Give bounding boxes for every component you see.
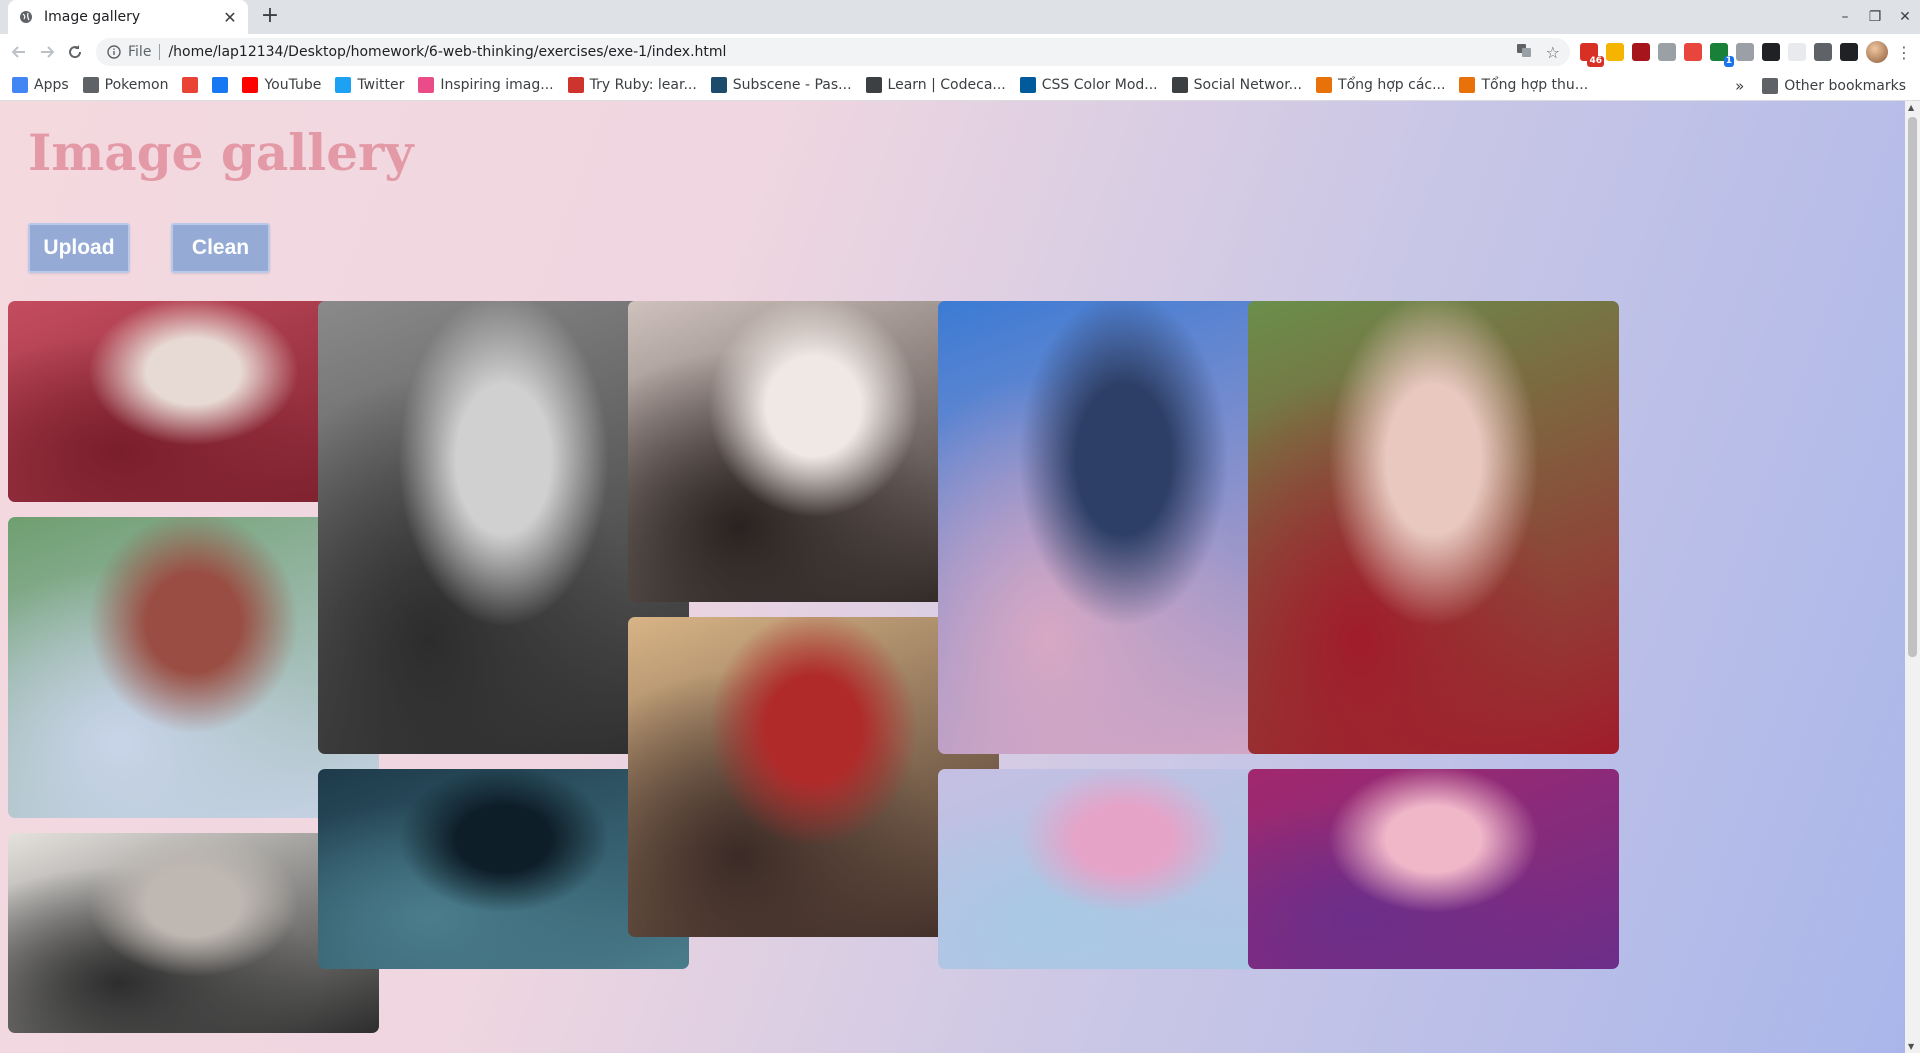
scrollbar-thumb[interactable] (1908, 117, 1917, 657)
tab-image-gallery[interactable]: Image gallery ✕ (8, 0, 248, 34)
bookmark-item[interactable]: Try Ruby: lear... (567, 77, 697, 93)
profile-avatar[interactable] (1866, 41, 1888, 63)
facebook-icon (212, 77, 229, 93)
scroll-down-icon[interactable]: ▼ (1908, 1042, 1914, 1051)
upload-button[interactable]: Upload (28, 223, 130, 273)
twitter-icon (335, 77, 352, 93)
window-controls: – ❐ ✕ (1830, 0, 1920, 34)
bookmark-label: Pokemon (104, 77, 169, 93)
chrome-web-icon (182, 77, 199, 93)
bookmark-item[interactable] (212, 77, 234, 93)
chat-ext-icon[interactable]: 1 (1710, 43, 1734, 67)
j-icon (1459, 77, 1476, 93)
bookmark-item[interactable]: CSS Color Mod... (1019, 77, 1158, 93)
ruby-icon (567, 77, 584, 93)
restore-icon[interactable]: ❐ (1860, 0, 1890, 34)
bookmark-item[interactable]: Twitter (335, 77, 404, 93)
bookmark-label: Twitter (357, 77, 405, 93)
address-bar[interactable]: File /home/lap12134/Desktop/homework/6-w… (96, 38, 1570, 66)
bookmark-label: CSS Color Mod... (1041, 77, 1158, 93)
apps-grid-icon (12, 77, 28, 93)
translate-icon[interactable] (1516, 42, 1532, 62)
clean-button[interactable]: Clean (171, 223, 270, 273)
bookmark-label: Social Networ... (1193, 77, 1303, 93)
heart-icon (418, 77, 435, 93)
back-arrow-icon (11, 46, 25, 58)
extension-bar: 46 1 (1580, 43, 1858, 67)
ae-ext-icon[interactable] (1840, 43, 1858, 61)
j-icon (1316, 77, 1333, 93)
back-button[interactable] (6, 39, 32, 65)
codecademy-icon (1171, 77, 1188, 93)
reload-icon (69, 45, 82, 59)
page-viewport: Image gallery Upload Clean ▲ ▼ (0, 101, 1920, 1053)
bookmark-label: Tổng hợp các... (1338, 77, 1446, 93)
circle-ext-icon[interactable] (1658, 43, 1676, 61)
page-scrollbar[interactable]: ▲ ▼ (1905, 101, 1920, 1053)
bookmark-item[interactable]: YouTube (242, 77, 321, 93)
new-tab-button[interactable]: + (258, 5, 282, 29)
browser-menu-icon[interactable]: ⋮ (1894, 43, 1914, 62)
page-title: Image gallery (28, 123, 414, 182)
redo-ext-icon[interactable] (1684, 43, 1702, 61)
bookmark-label: Learn | Codeca... (887, 77, 1006, 93)
extension-badge: 46 (1587, 56, 1604, 67)
bookmark-label: Try Ruby: lear... (589, 77, 697, 93)
facebook-ext-icon[interactable] (1814, 43, 1832, 61)
bookmark-item[interactable]: Tổng hợp các... (1316, 77, 1445, 93)
bookmark-item[interactable]: Tổng hợp thu... (1459, 77, 1588, 93)
bookmark-item[interactable]: Inspiring imag... (418, 77, 554, 93)
bookmark-item[interactable]: Apps (12, 77, 69, 93)
bookmark-label: Subscene - Pas... (732, 77, 852, 93)
blank-ext-icon[interactable] (1788, 43, 1806, 61)
tab-title: Image gallery (44, 9, 141, 25)
extension-badge: 1 (1723, 56, 1734, 67)
url-separator (159, 44, 161, 60)
ublock-icon[interactable] (1632, 43, 1650, 61)
codecademy-icon (865, 77, 882, 93)
subscene-icon (710, 77, 727, 93)
bookmark-label: Apps (34, 77, 69, 93)
w3c-icon (1019, 77, 1036, 93)
gmail-icon[interactable]: 46 (1580, 43, 1604, 67)
outdoor-portrait-photo[interactable] (1248, 301, 1619, 754)
bookmark-label: Inspiring imag... (440, 77, 554, 93)
info-icon[interactable] (106, 44, 122, 60)
stage-portrait-photo[interactable] (1248, 769, 1619, 969)
bookmark-item[interactable]: Learn | Codeca... (865, 77, 1006, 93)
browser-toolbar: File /home/lap12134/Desktop/homework/6-w… (0, 34, 1920, 70)
tab-strip: Image gallery ✕ + – ❐ ✕ (0, 0, 1920, 34)
scroll-up-icon[interactable]: ▲ (1908, 103, 1914, 112)
camera-icon[interactable] (1736, 43, 1754, 61)
bookmark-star-icon[interactable]: ☆ (1546, 43, 1560, 62)
tab-close-icon[interactable]: ✕ (222, 8, 238, 27)
url-scheme: File (128, 44, 152, 60)
bookmark-item[interactable]: Social Networ... (1171, 77, 1303, 93)
reload-button[interactable] (62, 39, 88, 65)
globe-icon (18, 9, 34, 25)
bookmark-item[interactable]: Pokemon (82, 77, 169, 93)
bookmark-item[interactable]: Subscene - Pas... (710, 77, 852, 93)
youtube-icon (242, 77, 259, 93)
bookmark-item[interactable] (182, 77, 204, 93)
note-icon[interactable] (1606, 43, 1624, 61)
url-text[interactable]: /home/lap12134/Desktop/homework/6-web-th… (168, 44, 1515, 60)
folder-icon (82, 77, 99, 93)
bookmark-label: YouTube (264, 77, 322, 93)
other-bookmarks-label: Other bookmarks (1784, 77, 1906, 94)
forward-arrow-icon (41, 46, 55, 58)
other-bookmarks-folder[interactable]: Other bookmarks (1762, 77, 1906, 94)
bookmarks-bar: Apps Pokemon YouTube Twitter Inspiring imag.… (0, 70, 1920, 101)
bookmarks-overflow-button[interactable]: » (1735, 77, 1744, 95)
folder-icon (1762, 77, 1779, 94)
bookmark-label: Tổng hợp thu... (1481, 77, 1589, 93)
minimize-icon[interactable]: – (1830, 0, 1860, 34)
window-close-icon[interactable]: ✕ (1890, 0, 1920, 34)
forward-button[interactable] (34, 39, 60, 65)
swirl-ext-icon[interactable] (1762, 43, 1780, 61)
